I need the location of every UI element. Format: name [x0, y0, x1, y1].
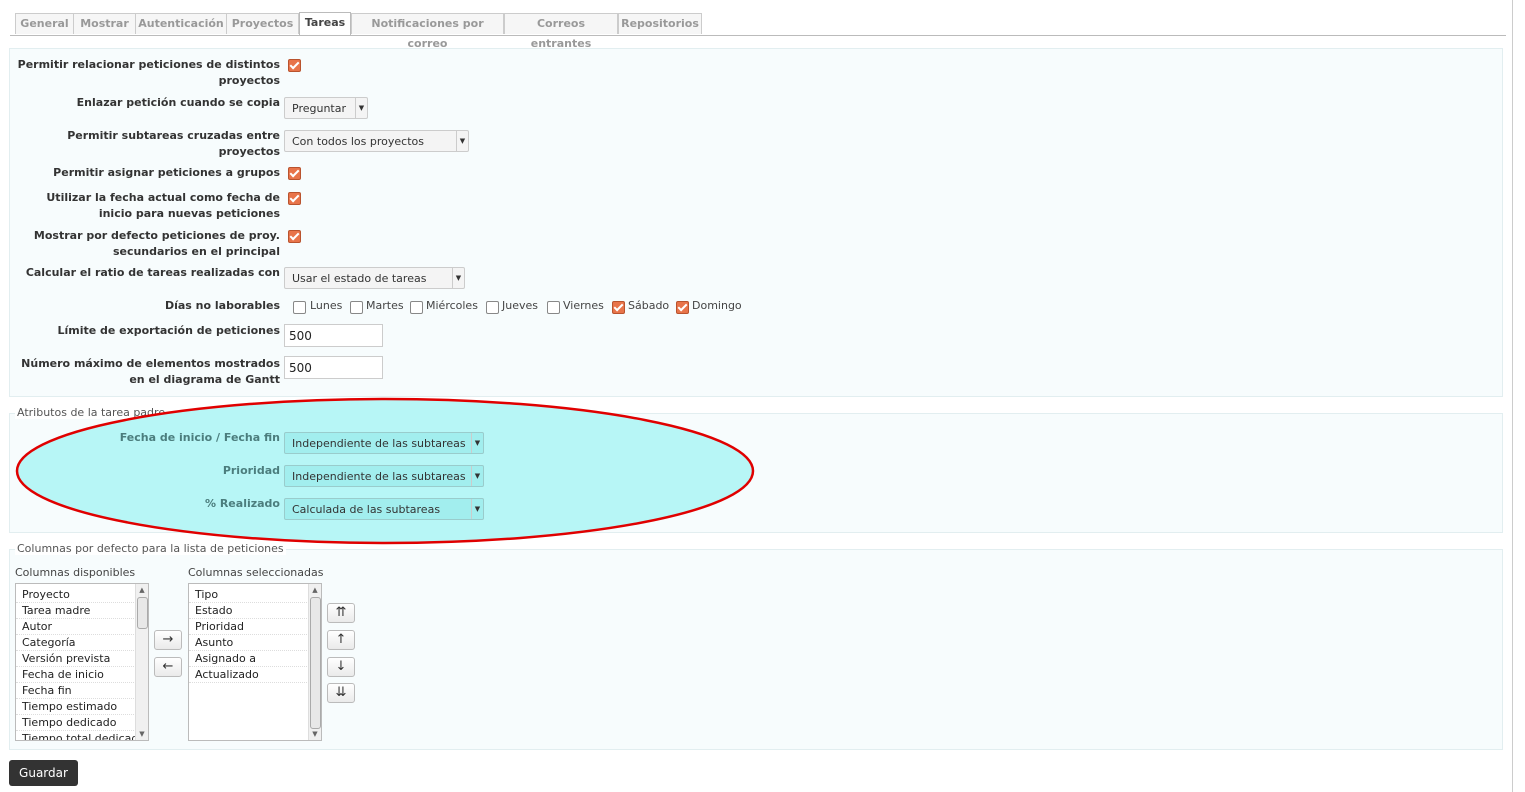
- list-item[interactable]: Fecha de inicio: [16, 667, 148, 683]
- list-item[interactable]: Tarea madre: [16, 603, 148, 619]
- chevron-down-icon: ▼: [471, 433, 483, 453]
- parent-dates-label: Fecha de inicio / Fecha fin: [119, 431, 280, 444]
- available-columns-label: Columnas disponibles: [15, 566, 136, 579]
- move-top-button[interactable]: ⇈: [327, 603, 355, 623]
- parent-priority-select[interactable]: Independiente de las subtareas ▼: [284, 465, 484, 487]
- list-item[interactable]: Asignado a: [189, 651, 321, 667]
- list-item[interactable]: Autor: [16, 619, 148, 635]
- list-item[interactable]: Tipo: [189, 587, 321, 603]
- selected-columns-list[interactable]: Tipo Estado Prioridad Asunto Asignado a …: [188, 583, 322, 741]
- list-item[interactable]: Actualizado: [189, 667, 321, 683]
- chevron-down-icon: ▼: [471, 466, 483, 486]
- list-item[interactable]: Tiempo total dedicado: [16, 731, 148, 740]
- move-down-button[interactable]: ↓: [327, 657, 355, 677]
- list-item[interactable]: Prioridad: [189, 619, 321, 635]
- scroll-up-icon[interactable]: ▲: [309, 584, 321, 596]
- parent-priority-label: Prioridad: [222, 464, 280, 477]
- move-up-button[interactable]: ↑: [327, 630, 355, 650]
- scroll-thumb[interactable]: [310, 597, 321, 729]
- move-bottom-button[interactable]: ⇊: [327, 683, 355, 703]
- remove-column-button[interactable]: ←: [154, 657, 182, 677]
- scroll-thumb[interactable]: [137, 597, 148, 629]
- parent-done-ratio-label: % Realizado: [204, 497, 280, 510]
- list-item[interactable]: Proyecto: [16, 587, 148, 603]
- page-scrollbar[interactable]: [1512, 0, 1513, 792]
- default-columns-legend: Columnas por defecto para la lista de pe…: [15, 542, 286, 555]
- scroll-up-icon[interactable]: ▲: [136, 584, 148, 596]
- parent-done-ratio-select[interactable]: Calculada de las subtareas ▼: [284, 498, 484, 520]
- list-item[interactable]: Versión prevista: [16, 651, 148, 667]
- list-item[interactable]: Tiempo estimado: [16, 699, 148, 715]
- parent-priority-value: Independiente de las subtareas: [292, 470, 466, 483]
- parent-dates-select[interactable]: Independiente de las subtareas ▼: [284, 432, 484, 454]
- scroll-down-icon[interactable]: ▼: [309, 728, 321, 740]
- list-item[interactable]: Asunto: [189, 635, 321, 651]
- selected-columns-label: Columnas seleccionadas: [188, 566, 324, 579]
- scroll-down-icon[interactable]: ▼: [136, 728, 148, 740]
- add-column-button[interactable]: →: [154, 630, 182, 650]
- available-list-scrollbar[interactable]: ▲ ▼: [135, 584, 148, 740]
- save-button[interactable]: Guardar: [9, 760, 78, 786]
- available-columns-list[interactable]: Proyecto Tarea madre Autor Categoría Ver…: [15, 583, 149, 741]
- parent-dates-value: Independiente de las subtareas: [292, 437, 466, 450]
- chevron-down-icon: ▼: [471, 499, 483, 519]
- list-item[interactable]: Fecha fin: [16, 683, 148, 699]
- parent-done-ratio-value: Calculada de las subtareas: [292, 503, 441, 516]
- list-item[interactable]: Tiempo dedicado: [16, 715, 148, 731]
- selected-list-scrollbar[interactable]: ▲ ▼: [308, 584, 321, 740]
- list-item[interactable]: Estado: [189, 603, 321, 619]
- list-item[interactable]: Categoría: [16, 635, 148, 651]
